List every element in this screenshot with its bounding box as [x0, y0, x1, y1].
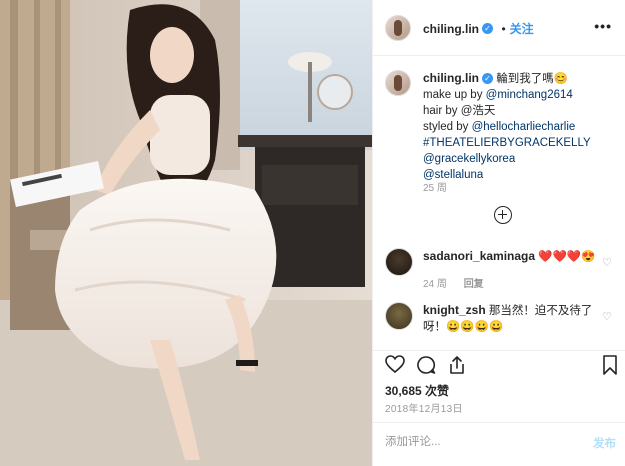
author-avatar[interactable] [385, 15, 411, 41]
comment-username[interactable]: knight_zsh [423, 303, 486, 317]
mention-gracekelly[interactable]: @gracekellykorea [423, 153, 515, 165]
comment-username[interactable]: sadanori_kaminaga [423, 249, 535, 263]
verified-badge-icon: ✓ [482, 23, 493, 35]
hashtag-link[interactable]: #THEATELIERBYGRACEKELLY [423, 137, 591, 149]
follow-button[interactable]: 关注 [510, 22, 534, 36]
comment-text: sadanori_kaminaga ❤️❤️❤️😍 [423, 248, 598, 265]
post-details-panel: chiling.lin ✓ • 关注 ••• chiling.lin ✓ 輪到我了嗎😊… [372, 0, 625, 466]
caption-text: chiling.lin ✓ 輪到我了嗎😊 make up by @minchang… [423, 70, 618, 183]
caption-username[interactable]: chiling.lin [423, 71, 479, 85]
comment-time: 24 周 [423, 279, 447, 290]
caption-line-1: 輪到我了嗎😊 [496, 73, 569, 85]
comment-body: ❤️❤️❤️😍 [538, 251, 596, 263]
mention-minchang[interactable]: @minchang2614 [486, 89, 573, 101]
post-actions [373, 350, 625, 375]
save-bookmark-icon[interactable] [602, 355, 618, 375]
reply-button[interactable]: 回复 [464, 279, 484, 290]
separator-dot: • [501, 22, 506, 36]
load-more-comments-icon[interactable] [494, 206, 512, 224]
post-date: 2018年12月13日 [385, 404, 463, 415]
post-comment-button[interactable]: 发布 [593, 435, 616, 451]
post-photo-illustration [0, 0, 372, 466]
caption-avatar[interactable] [385, 70, 411, 96]
post-header: chiling.lin ✓ • 关注 ••• [373, 0, 625, 56]
caption-line-4: styled by [423, 121, 472, 133]
verified-badge-icon: ✓ [482, 73, 493, 85]
author-username[interactable]: chiling.lin [423, 22, 479, 36]
mention-hellocharlie[interactable]: @hellocharliecharlie [472, 121, 576, 133]
caption-time: 25 周 [423, 183, 447, 194]
add-comment-bar: 发布 [373, 422, 625, 466]
like-heart-icon[interactable] [385, 355, 405, 373]
share-icon[interactable] [447, 355, 467, 375]
caption-line-2: make up by [423, 89, 486, 101]
commenter-avatar[interactable] [385, 302, 413, 330]
like-comment-icon[interactable]: ♡ [602, 310, 612, 323]
add-comment-input[interactable] [385, 433, 565, 451]
comment-text: knight_zsh 那当然！迫不及待了呀！😀😀😀😀 [423, 302, 598, 335]
comment-meta: 24 周 回复 [423, 275, 484, 290]
like-comment-icon[interactable]: ♡ [602, 256, 612, 269]
like-count[interactable]: 30,685 次赞 [385, 382, 449, 399]
commenter-avatar[interactable] [385, 248, 413, 276]
comment-icon[interactable] [416, 355, 436, 375]
caption-line-3: hair by @浩天 [423, 105, 496, 117]
more-options-icon[interactable]: ••• [594, 18, 612, 34]
post-photo[interactable] [0, 0, 372, 466]
